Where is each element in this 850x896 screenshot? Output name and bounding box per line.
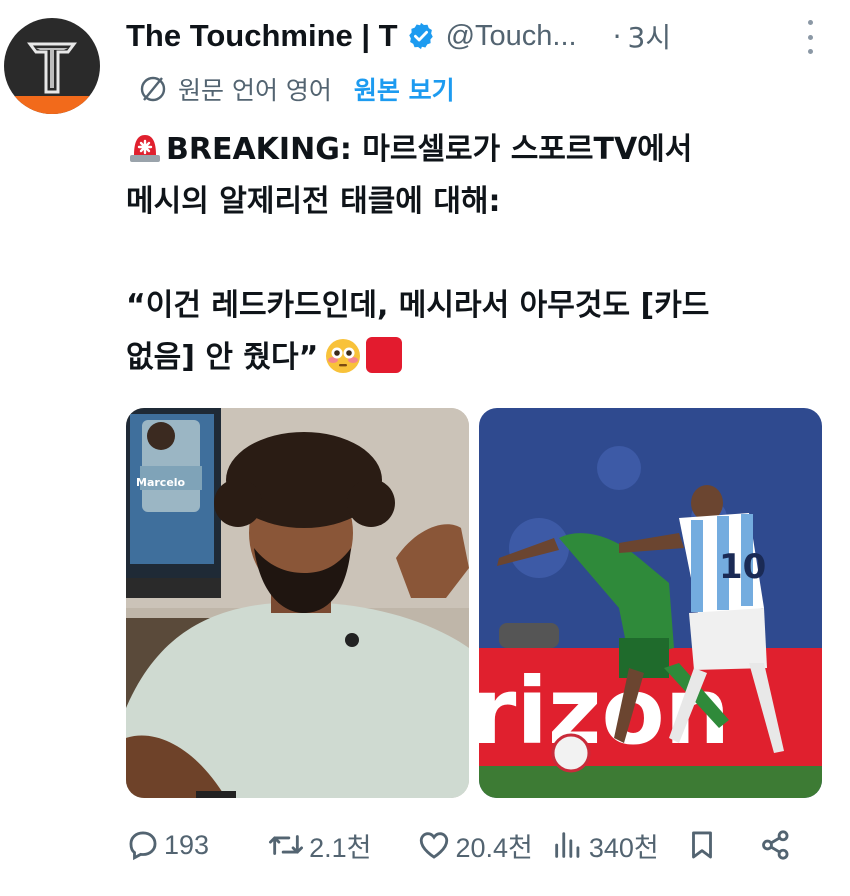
red-square-emoji-icon (366, 337, 403, 373)
verified-badge-icon (408, 22, 433, 50)
repost-icon (269, 835, 304, 855)
siren-emoji-icon (130, 135, 160, 162)
tweet-line-2: 메시의 알제리전 태클에 대해: (126, 184, 501, 219)
card-name-label: Marcelo (136, 476, 186, 489)
flushed-emoji-icon (326, 339, 361, 373)
like-icon (420, 832, 449, 859)
repost-action[interactable]: 2.1천 (267, 826, 371, 865)
reply-icon (129, 831, 157, 861)
tweet-header: The Touchmine | T @Touch... · 3시 (126, 14, 830, 58)
translation-row: 원문 언어 영어 원본 보기 (138, 70, 455, 108)
tweet-line-1: BREAKING: 마르셀로가 스포르TV에서 (166, 132, 693, 167)
jersey-number: 10 (719, 547, 766, 587)
like-action[interactable]: 20.4천 (417, 826, 533, 865)
share-action[interactable] (759, 828, 797, 862)
like-count: 20.4천 (455, 832, 533, 863)
tweet-line-4: 없음] 안 줬다” (126, 340, 319, 375)
translate-icon (140, 76, 166, 102)
touchmine-logo-icon (27, 42, 77, 94)
tweet-text: BREAKING: 마르셀로가 스포르TV에서 메시의 알제리전 태클에 대해:… (126, 124, 806, 384)
tweet-time[interactable]: 3시 (628, 16, 672, 56)
bookmark-icon (691, 831, 712, 859)
media-grid: Marcelo rizon 10 (126, 408, 822, 798)
repost-count: 2.1천 (309, 832, 372, 863)
reply-count: 193 (164, 829, 210, 860)
photo-messi-tackle[interactable]: rizon 10 (479, 408, 822, 798)
action-bar: 193 2.1천 20.4천 340천 (126, 820, 810, 870)
bookmark-action[interactable] (685, 828, 723, 862)
more-icon[interactable] (806, 20, 814, 54)
share-icon (761, 830, 789, 860)
user-handle[interactable]: @Touch... (446, 20, 577, 53)
views-action[interactable]: 340천 (551, 826, 659, 865)
photo-marcelo[interactable]: Marcelo (126, 408, 469, 798)
views-count: 340천 (588, 832, 659, 863)
avatar[interactable] (4, 18, 100, 114)
reply-action[interactable]: 193 (126, 828, 209, 862)
time-separator: · (612, 19, 622, 53)
display-name[interactable]: The Touchmine | T (126, 18, 398, 54)
translation-label: 원문 언어 영어 (178, 76, 332, 105)
tweet-line-3: “이건 레드카드인데, 메시라서 아무것도 [카드 (126, 288, 710, 323)
views-icon (555, 832, 580, 858)
show-original-link[interactable]: 원본 보기 (354, 71, 455, 107)
